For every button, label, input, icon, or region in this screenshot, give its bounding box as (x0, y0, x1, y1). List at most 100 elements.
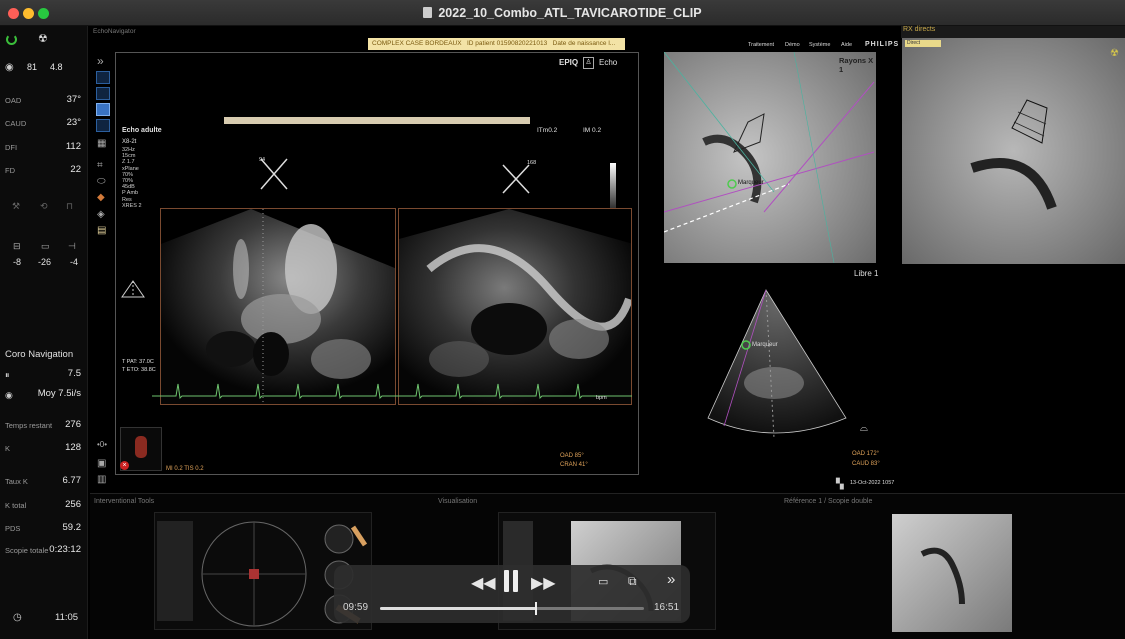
rx-direct-view[interactable]: Direct ☢ (902, 38, 1125, 264)
refresh-icon (6, 34, 17, 45)
xray-label: Rayons X 1 (839, 56, 874, 74)
export-icon[interactable]: ▥ (97, 474, 106, 485)
eye-icon: ◉ (5, 62, 14, 73)
camera-icon[interactable]: ▣ (97, 458, 106, 469)
notes-icon[interactable]: ▤ (97, 225, 106, 236)
layout-icon: ▚ (836, 479, 844, 490)
mi-tis-values: MI 0.2 TIS 0.2 (166, 466, 204, 472)
libre-oad: OAD 172° (852, 451, 880, 457)
stat-pds: PDS 59.2 (5, 522, 81, 533)
layout-main-button[interactable] (96, 103, 110, 116)
menu-traitement[interactable]: Traitement (748, 42, 774, 48)
remaining-time: 16:51 (654, 602, 680, 613)
zero-icon[interactable]: •0• (97, 440, 107, 449)
airplay-icon[interactable]: ▭ (598, 575, 608, 588)
ultrasound-left-view[interactable] (160, 208, 396, 405)
echo-params: 32Hz 15cm Z 1.7 xPlane 70% 70% 45dB P Amb Res XRE… (122, 147, 142, 209)
right-angle-value: 168 (527, 160, 537, 166)
patient-banner: COMPLEX CASE BORDEAUX ID patient 0159082… (368, 38, 625, 50)
echo-param: xPlane (122, 165, 139, 172)
xray-view-1[interactable]: Rayons X 1 Marqueur (664, 52, 876, 263)
rewind-button[interactable]: ◀◀ (471, 573, 496, 593)
ecg-trace (152, 383, 632, 400)
stat-scopie-totale: Scopie totale 0:23:12 (5, 544, 81, 555)
pause-button[interactable] (504, 570, 518, 592)
bpm-label: bpm (596, 395, 607, 401)
layout-quad-button[interactable] (96, 119, 110, 132)
ultrasound-right-view[interactable] (398, 208, 632, 405)
echo-mode: Echo (599, 58, 618, 67)
reference-thumbnail[interactable] (892, 514, 1012, 632)
menu-systeme[interactable]: Système (809, 42, 830, 48)
document-icon (423, 7, 433, 18)
libre-date: 13-Oct-2022 1057 (850, 480, 895, 486)
xray-marker-label: Marqueur (738, 180, 764, 186)
xplane-right-angle-icon (502, 164, 530, 194)
table-icon: ⊓ (66, 201, 74, 211)
grid-icon[interactable]: ▦ (97, 138, 106, 149)
probe-icon: ♙ (583, 57, 594, 69)
wrench-icon: ⚒ (12, 201, 21, 211)
expand-icon[interactable]: » (97, 54, 104, 68)
picture-in-picture-icon[interactable]: ⧉ (628, 574, 637, 589)
stat-temps-restant: Temps restant 276 (5, 419, 81, 430)
radiation-icon: ☢ (1110, 48, 1119, 59)
radiation-icon: ☢ (38, 33, 48, 45)
angle-oad: OAD 37° (5, 94, 81, 105)
lateral-value: -4 (70, 257, 79, 267)
temp-eto: T ETO: 38.8C (122, 367, 156, 373)
libre-marker-label: Marqueur (752, 342, 778, 348)
marker-icon[interactable]: ◈ (97, 209, 105, 220)
elapsed-time: 09:59 (343, 602, 369, 613)
coro-rate: ⏸ 7.5 (5, 368, 81, 380)
libre-caud: CAUD 83° (852, 461, 880, 467)
probe-name: X8-2t (122, 139, 137, 145)
echonavigator-title: EchoNavigator (93, 28, 136, 35)
clock-time: 11:05 (55, 612, 79, 623)
left-status-panel: ☢ ◉ 81 4.8 OAD 37° CAUD 23° DFI 112 FD 22 ⚒ … (0, 26, 88, 639)
fast-forward-button[interactable]: ▶▶ (531, 573, 556, 593)
temp-patient: T PAT: 37.0C (122, 359, 154, 365)
window-title: 2022_10_Combo_ATL_TAVICAROTIDE_CLIP (0, 6, 1125, 20)
lateral-icon: ⊣ (68, 241, 76, 251)
coro-navigation-title: Coro Navigation (5, 349, 74, 360)
echo-tool-strip: » ▦ ⌗ ⬭ ◆ ◈ ▤ •0• ▣ ▥ (94, 52, 114, 492)
angle-fd: FD 22 (5, 164, 81, 175)
im-value: IM 0.2 (583, 127, 602, 134)
annotation-icon[interactable]: ◆ (97, 192, 105, 203)
crosshair-icon[interactable]: ⌗ (97, 160, 103, 171)
menu-demo[interactable]: Démo (785, 42, 800, 48)
more-icon[interactable]: » (667, 571, 675, 588)
tim-value: ITm0.2 (537, 127, 558, 134)
layout-stack-button[interactable] (96, 87, 110, 100)
orientation-icon (121, 280, 145, 298)
echo-oad: OAD 85° (560, 453, 584, 459)
rotate-icon: ⟲ (40, 201, 48, 211)
libre-view[interactable]: Libre 1 Marqueur ⌓ OAD 172° CAUD 83° ▚ 1… (664, 268, 900, 490)
tilt-value: -8 (13, 257, 22, 267)
progress-scrubber[interactable] (380, 602, 644, 615)
eye-icon: ◉ (5, 390, 13, 400)
echo-param: XRES 2 (122, 202, 142, 209)
reference-title: Référence 1 / Scopie double (784, 498, 873, 505)
echo-cran: CRAN 41° (560, 462, 588, 468)
stop-record-icon[interactable]: × (120, 461, 129, 470)
angle-caud: CAUD 23° (5, 117, 81, 128)
menu-aide[interactable]: Aide (841, 42, 852, 48)
layout-split-button[interactable] (96, 71, 110, 84)
height-value: -26 (38, 257, 52, 267)
libre-title: Libre 1 (854, 269, 879, 278)
window-titlebar: 2022_10_Combo_ATL_TAVICAROTIDE_CLIP (0, 0, 1125, 26)
echo-viewport[interactable]: EPIQ ♙ Echo Echo adulte X8-2t 32Hz 15cm Z … (115, 52, 639, 475)
philips-logo: PHILIPS (865, 41, 900, 48)
tilt-icon: ⊟ (13, 241, 21, 251)
probe-orientation-icon: ⌓ (860, 423, 868, 434)
vitals-row: ◉ 81 4.8 (5, 62, 63, 73)
play-rate-icon: ⏸ (5, 370, 10, 380)
ellipse-icon[interactable]: ⬭ (97, 176, 106, 187)
echo-preset: Echo adulte (122, 127, 162, 134)
coro-moy: ◉ Moy 7.5i/s (5, 388, 81, 400)
stat-k: K 128 (5, 442, 81, 453)
video-player-controls: ◀◀ ▶▶ ▭ ⧉ » 09:59 16:51 (334, 565, 690, 623)
interventional-tools-title: Interventional Tools (94, 498, 155, 505)
